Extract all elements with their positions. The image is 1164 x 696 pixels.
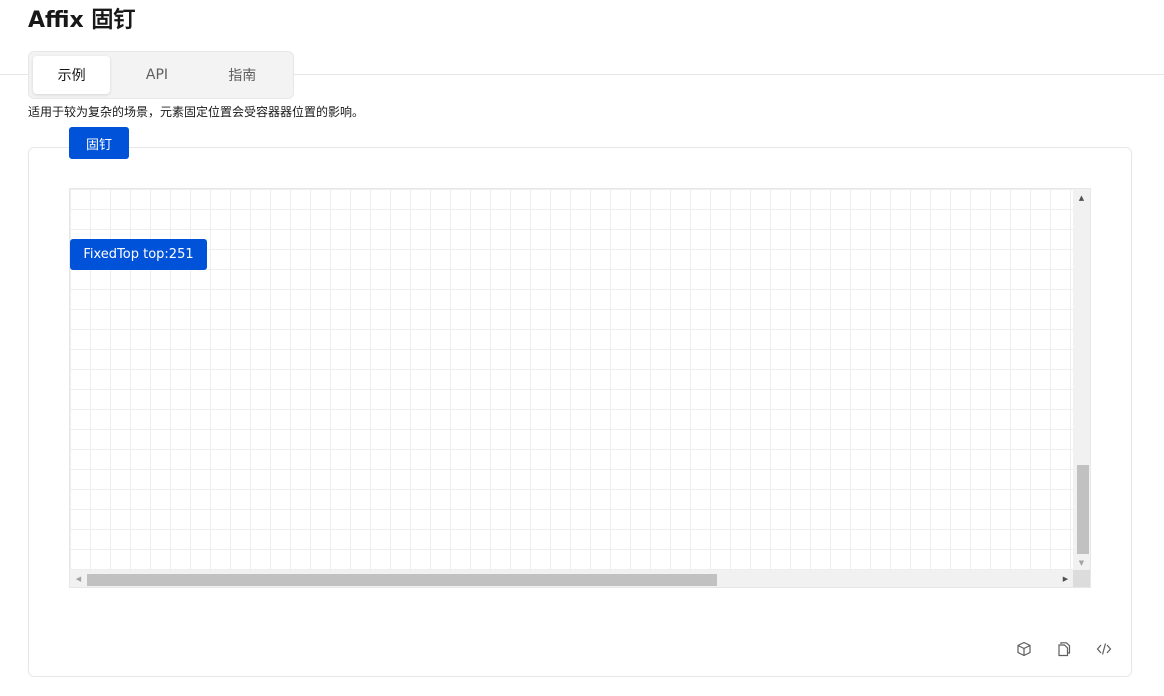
tab-api[interactable]: API <box>118 56 195 94</box>
horizontal-scroll-thumb[interactable] <box>87 574 717 586</box>
page: Affix 固钉 示例 API 指南 适用于较为复杂的场景，元素固定位置会受容器… <box>0 0 1164 696</box>
scroll-container[interactable]: FixedTop top:251 ▲ ▼ ◀ ▶ <box>69 188 1091 588</box>
scroll-down-arrow-icon[interactable]: ▼ <box>1073 554 1090 571</box>
demo-description: 适用于较为复杂的场景，元素固定位置会受容器器位置的影响。 <box>28 105 365 119</box>
demo-actions <box>1011 636 1117 662</box>
horizontal-scrollbar[interactable]: ◀ ▶ <box>70 570 1074 587</box>
cube-icon[interactable] <box>1011 636 1037 662</box>
scroll-left-arrow-icon[interactable]: ◀ <box>70 570 87 587</box>
code-icon[interactable] <box>1091 636 1117 662</box>
fixedtop-button[interactable]: FixedTop top:251 <box>70 239 207 270</box>
copy-icon[interactable] <box>1051 636 1077 662</box>
scroll-right-arrow-icon[interactable]: ▶ <box>1057 570 1074 587</box>
tab-bar: 示例 API 指南 <box>28 51 294 99</box>
affix-button[interactable]: 固钉 <box>69 127 129 159</box>
page-title: Affix 固钉 <box>28 8 136 33</box>
vertical-scrollbar[interactable]: ▲ ▼ <box>1073 189 1090 571</box>
grid-background: FixedTop top:251 <box>70 189 1074 571</box>
scroll-corner <box>1073 570 1090 587</box>
tab-examples[interactable]: 示例 <box>33 56 111 94</box>
tab-guide[interactable]: 指南 <box>204 56 281 94</box>
vertical-scroll-thumb[interactable] <box>1077 465 1089 554</box>
scroll-up-arrow-icon[interactable]: ▲ <box>1073 189 1090 206</box>
